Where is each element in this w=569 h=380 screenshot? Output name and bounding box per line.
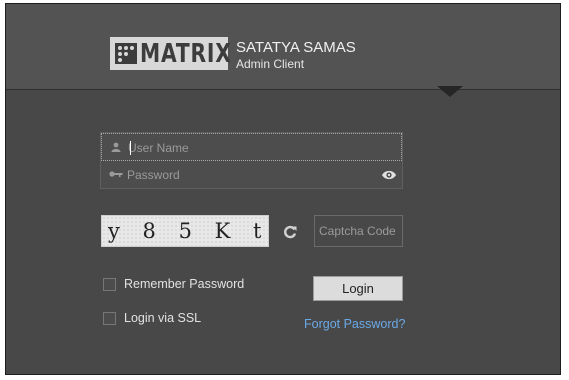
login-panel: MATRIX SATATYA SAMAS Admin Client User N… (5, 3, 561, 375)
user-icon (111, 142, 121, 152)
captcha-image: y 8 5 K t V (101, 215, 269, 247)
eye-icon[interactable] (381, 169, 397, 181)
username-input[interactable] (128, 138, 378, 158)
forgot-password-link[interactable]: Forgot Password? (304, 317, 405, 331)
remember-password-label: Remember Password (124, 277, 245, 291)
logo-text: MATRIX (140, 39, 232, 69)
credentials-box (100, 132, 403, 189)
login-via-ssl-checkbox[interactable] (103, 312, 116, 325)
header-bar: MATRIX SATATYA SAMAS Admin Client (6, 4, 560, 90)
captcha-text: y 8 5 K t V (108, 219, 269, 243)
password-row (101, 161, 402, 189)
matrix-logo: MATRIX (110, 37, 231, 70)
product-subtitle: Admin Client (236, 57, 305, 71)
refresh-icon[interactable] (283, 225, 297, 239)
product-title: SATATYA SAMAS (236, 39, 356, 56)
login-button[interactable]: Login (313, 276, 403, 301)
remember-password-checkbox[interactable] (103, 278, 116, 291)
header-notch (437, 86, 463, 97)
login-via-ssl-label: Login via SSL (124, 311, 202, 325)
username-row (101, 133, 402, 161)
captcha-input[interactable] (314, 215, 403, 247)
password-input[interactable] (127, 165, 377, 185)
text-caret (130, 141, 131, 155)
key-icon (109, 171, 123, 177)
matrix-logo-mark-icon (115, 43, 137, 64)
